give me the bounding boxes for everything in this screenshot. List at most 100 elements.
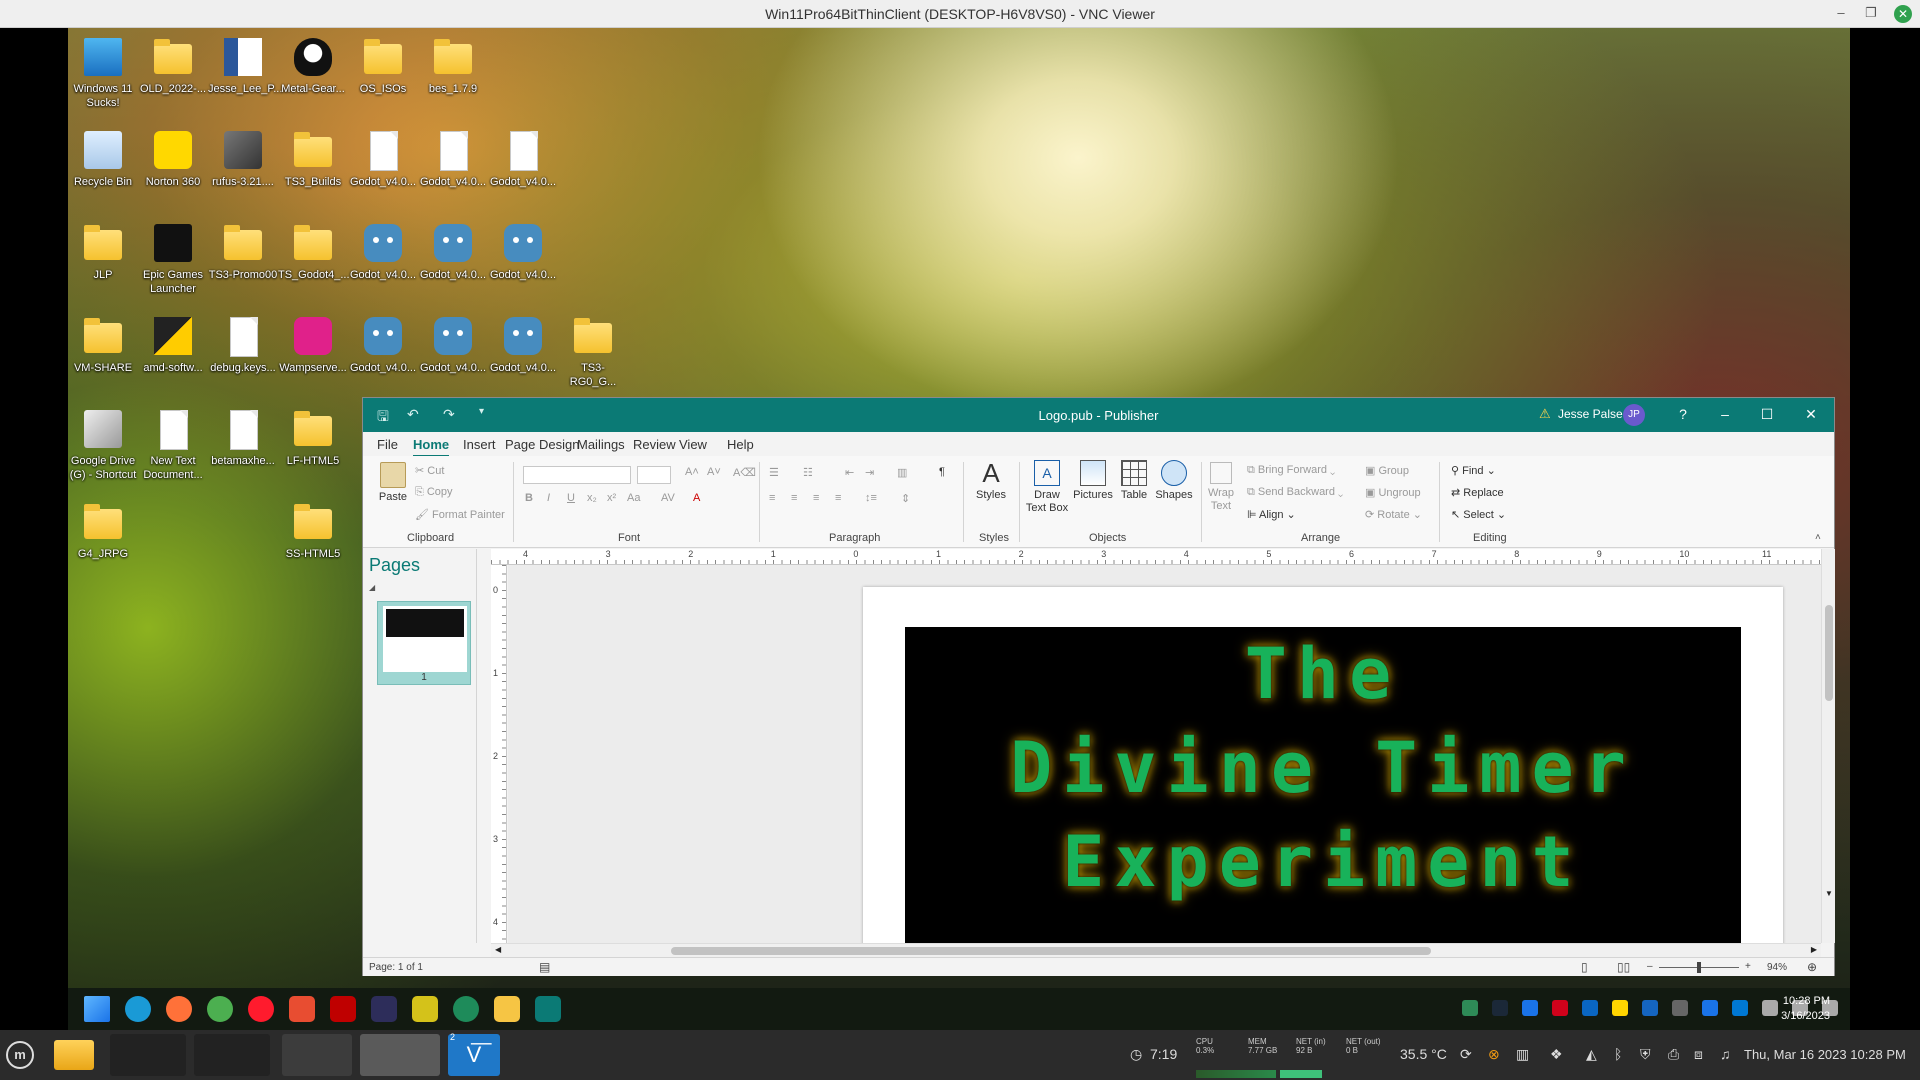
network-icon[interactable]: ⧈ <box>1694 1046 1703 1063</box>
vertical-scroll-thumb[interactable] <box>1825 605 1833 701</box>
increase-indent-icon[interactable]: ⇥ <box>865 466 874 479</box>
desktop-icon[interactable]: debug.keys... <box>208 311 278 401</box>
scroll-left-icon[interactable]: ◀ <box>495 945 501 954</box>
tray-icon[interactable] <box>1762 1000 1778 1016</box>
warning-icon[interactable]: ⚠ <box>1539 406 1551 422</box>
justify-icon[interactable]: ≡ <box>835 492 841 504</box>
two-page-view-icon[interactable]: ▯▯ <box>1617 960 1630 974</box>
tab-file[interactable]: File <box>377 437 398 452</box>
maximize-icon[interactable]: ☐ <box>1757 406 1777 423</box>
desktop-icon[interactable]: Godot_v4.0... <box>348 311 418 401</box>
temperature-value[interactable]: 35.5 °C <box>1400 1046 1447 1062</box>
desktop-icon[interactable]: Godot_v4.0... <box>348 125 418 215</box>
desktop-icon[interactable]: LF-HTML5 <box>278 404 348 494</box>
select-button[interactable]: ↖ Select ⌄ <box>1451 508 1506 521</box>
document-canvas[interactable]: The Divine Timer Experiment <box>508 565 1821 943</box>
underline-icon[interactable]: U <box>567 492 575 504</box>
collapse-ribbon-icon[interactable]: ˄ <box>1815 532 1821 543</box>
shrink-font-icon[interactable]: A˅ <box>707 466 721 478</box>
tab-mailings[interactable]: Mailings <box>577 437 625 452</box>
desktop-icon[interactable]: Google Drive (G) - Shortcut <box>68 404 138 494</box>
zoom-slider[interactable] <box>1659 962 1739 973</box>
single-page-view-icon[interactable]: ▯ <box>1581 960 1588 974</box>
ungroup-button[interactable]: ▣ Ungroup <box>1365 486 1421 499</box>
tray-icon[interactable] <box>1612 1000 1628 1016</box>
windows-clock[interactable]: 10:28 PM 3/16/2023 <box>1781 994 1830 1024</box>
panel-window-4[interactable] <box>360 1034 440 1076</box>
scroll-right-icon[interactable]: ▶ <box>1811 945 1817 954</box>
shapes-button[interactable]: Shapes <box>1153 460 1195 501</box>
align-button[interactable]: ⊫ Align ⌄ <box>1247 508 1296 521</box>
bring-forward-button[interactable]: ⧉ Bring Forward ⌄ <box>1247 464 1335 477</box>
vertical-ruler[interactable]: 0 1 2 3 4 <box>491 565 507 943</box>
send-backward-button[interactable]: ⧉ Send Backward ⌄ <box>1247 486 1343 499</box>
bold-icon[interactable]: B <box>525 492 533 504</box>
logo-image[interactable]: The Divine Timer Experiment <box>905 627 1741 943</box>
explorer-icon[interactable] <box>494 996 520 1022</box>
tray-icon[interactable] <box>1672 1000 1688 1016</box>
edge-icon[interactable] <box>125 996 151 1022</box>
updates-icon[interactable]: ⟳ <box>1460 1046 1472 1063</box>
sound-icon[interactable]: ♫ <box>1720 1046 1731 1062</box>
desktop-icon[interactable]: Godot_v4.0... <box>488 218 558 308</box>
fit-page-icon[interactable]: ⊕ <box>1807 960 1817 974</box>
printer-icon[interactable]: ⎙ <box>1668 1046 1679 1063</box>
opera-icon[interactable] <box>248 996 274 1022</box>
paste-button[interactable]: Paste <box>373 462 413 503</box>
desktop-icon[interactable]: TS3-RG0_G... <box>558 311 628 401</box>
desktop-icon[interactable]: VM-SHARE <box>68 311 138 401</box>
align-left-icon[interactable]: ≡ <box>769 492 775 504</box>
desktop-icon[interactable]: Windows 11 Sucks! <box>68 32 138 122</box>
panel-window-3[interactable] <box>282 1034 352 1076</box>
desktop-icon[interactable]: TS3_Builds <box>278 125 348 215</box>
italic-icon[interactable]: I <box>547 492 550 504</box>
panel-datetime[interactable]: Thu, Mar 16 2023 10:28 PM <box>1744 1047 1906 1062</box>
tray-icon[interactable] <box>1642 1000 1658 1016</box>
clear-formatting-icon[interactable]: A⌫ <box>733 466 756 479</box>
publication-page[interactable]: The Divine Timer Experiment <box>863 587 1783 943</box>
subscript-icon[interactable]: x₂ <box>587 492 597 504</box>
app2-icon[interactable] <box>453 996 479 1022</box>
zoom-out-icon[interactable]: – <box>1647 961 1653 972</box>
bluetooth-icon[interactable]: ᛒ <box>1614 1046 1622 1062</box>
find-button[interactable]: ⚲ Find ⌄ <box>1451 464 1496 477</box>
git-icon[interactable] <box>289 996 315 1022</box>
app-icon[interactable] <box>412 996 438 1022</box>
wrap-text-button[interactable]: Wrap Text <box>1205 462 1237 513</box>
tray-icon[interactable] <box>1582 1000 1598 1016</box>
horizontal-scrollbar[interactable]: ◀ ▶ <box>491 943 1821 957</box>
tab-insert[interactable]: Insert <box>463 437 496 452</box>
desktop-icon[interactable]: Recycle Bin <box>68 125 138 215</box>
replace-button[interactable]: ⇄ Replace <box>1451 486 1504 499</box>
desktop-icon[interactable]: JLP <box>68 218 138 308</box>
desktop-icon[interactable]: bes_1.7.9 <box>418 32 488 122</box>
collapse-section-icon[interactable]: ◢ <box>369 583 375 592</box>
layout-icon[interactable]: ▤ <box>539 960 550 974</box>
horizontal-scroll-thumb[interactable] <box>671 947 1431 955</box>
desktop-icon[interactable]: Metal-Gear... <box>278 32 348 122</box>
user-name[interactable]: Jesse Palser <box>1558 407 1627 421</box>
desktop-icon[interactable]: betamaxhe... <box>208 404 278 494</box>
pictures-button[interactable]: Pictures <box>1071 460 1115 501</box>
desktop-icon[interactable]: Godot_v4.0... <box>488 311 558 401</box>
copy-button[interactable]: ⎘ Copy <box>415 486 453 499</box>
vertical-scrollbar[interactable]: ▼ <box>1821 549 1835 943</box>
chrome-icon[interactable] <box>207 996 233 1022</box>
memory-monitor[interactable]: MEM 7.77 GB <box>1248 1037 1277 1055</box>
tab-page-design[interactable]: Page Design <box>505 437 579 452</box>
cut-button[interactable]: ✂ Cut <box>415 464 444 477</box>
tab-view[interactable]: View <box>679 437 707 452</box>
cpu-monitor[interactable]: CPU 0.3% <box>1196 1037 1214 1055</box>
firefox-icon[interactable] <box>166 996 192 1022</box>
page-thumbnail[interactable]: 1 <box>377 601 471 685</box>
tray-icon[interactable] <box>1492 1000 1508 1016</box>
code-icon[interactable] <box>371 996 397 1022</box>
tray-icon[interactable] <box>1462 1000 1478 1016</box>
vnc-restore-icon[interactable]: ❐ <box>1862 5 1880 21</box>
tab-help[interactable]: Help <box>727 437 754 452</box>
zoom-level[interactable]: 94% <box>1767 962 1787 973</box>
files-launcher-icon[interactable] <box>54 1040 94 1070</box>
desktop-icon[interactable]: amd-softw... <box>138 311 208 401</box>
publisher-icon[interactable] <box>535 996 561 1022</box>
net-out-monitor[interactable]: NET (out) 0 B <box>1346 1037 1381 1055</box>
